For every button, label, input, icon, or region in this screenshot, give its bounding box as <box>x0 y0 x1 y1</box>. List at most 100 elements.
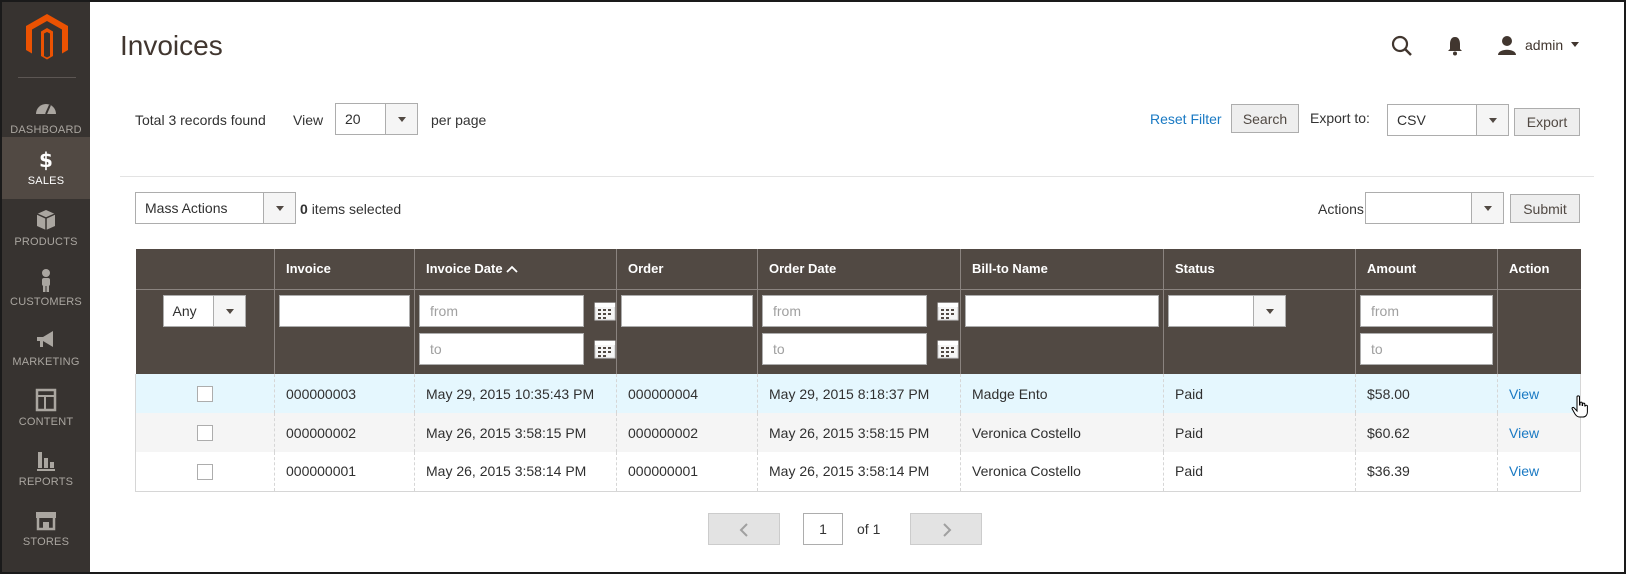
export-button[interactable]: Export <box>1514 108 1580 136</box>
table-row[interactable]: 000000002 May 26, 2015 3:58:15 PM 000000… <box>135 413 1581 452</box>
calendar-icon[interactable] <box>594 301 616 321</box>
view-link[interactable]: View <box>1509 386 1539 402</box>
order-filter-input[interactable] <box>621 294 753 327</box>
column-header-order-date[interactable]: Order Date <box>757 249 961 290</box>
column-header-bill-to-name[interactable]: Bill-to Name <box>960 249 1164 290</box>
calendar-icon[interactable] <box>594 339 616 359</box>
order-date-cell: May 26, 2015 3:58:15 PM <box>757 413 961 452</box>
export-format-select[interactable]: CSV <box>1387 104 1509 136</box>
amount-from-input[interactable]: from <box>1360 294 1493 327</box>
bill-to-name-filter-input[interactable] <box>965 294 1159 327</box>
per-page-select[interactable]: 20 <box>335 103 418 135</box>
page-total: of 1 <box>857 521 881 537</box>
order-date-from-input[interactable]: from <box>762 294 927 327</box>
mass-actions-label: Mass Actions <box>145 200 228 216</box>
chevron-down-icon[interactable] <box>263 193 295 223</box>
column-header-invoice-date[interactable]: Invoice Date <box>414 249 617 290</box>
order-date-cell: May 29, 2015 8:18:37 PM <box>757 374 961 413</box>
invoice-cell: 000000003 <box>274 374 415 413</box>
sort-ascending-icon <box>506 265 518 273</box>
chevron-right-icon <box>943 523 952 537</box>
column-header-action: Action <box>1497 249 1581 290</box>
sidebar-item-reports[interactable]: REPORTS <box>2 438 90 500</box>
user-menu[interactable]: admin <box>1497 34 1580 56</box>
sidebar-item-sales[interactable]: $ SALES <box>2 137 90 199</box>
sidebar-item-stores[interactable]: STORES <box>2 498 90 560</box>
magento-logo-icon[interactable] <box>26 14 68 62</box>
invoice-date-from-input[interactable]: from <box>419 294 584 327</box>
search-button[interactable]: Search <box>1231 104 1299 133</box>
next-page-button[interactable] <box>910 513 982 545</box>
row-checkbox[interactable] <box>197 463 213 480</box>
submit-button[interactable]: Submit <box>1510 194 1580 223</box>
invoice-cell: 000000002 <box>274 413 415 452</box>
column-header-amount[interactable]: Amount <box>1355 249 1498 290</box>
amount-cell: $60.62 <box>1355 413 1498 452</box>
row-checkbox[interactable] <box>197 425 213 442</box>
search-icon[interactable] <box>1391 35 1413 57</box>
sidebar-item-marketing[interactable]: MARKETING <box>2 318 90 380</box>
records-count: Total 3 records found <box>135 112 266 128</box>
table-row[interactable]: 000000001 May 26, 2015 3:58:14 PM 000000… <box>135 452 1581 492</box>
column-header-order[interactable]: Order <box>616 249 758 290</box>
bill-to-name-cell: Veronica Costello <box>960 452 1164 492</box>
bell-icon[interactable] <box>1446 36 1464 56</box>
invoice-cell: 000000001 <box>274 452 415 492</box>
sidebar-item-customers[interactable]: CUSTOMERS <box>2 258 90 320</box>
invoice-filter-input[interactable] <box>279 294 410 327</box>
chevron-down-icon[interactable] <box>1476 105 1508 135</box>
mass-actions-select[interactable]: Mass Actions <box>135 192 296 224</box>
view-label: View <box>293 112 324 128</box>
page-title: Invoices <box>120 30 223 61</box>
column-header-status[interactable]: Status <box>1163 249 1356 290</box>
order-date-to-input[interactable]: to <box>762 332 927 365</box>
sidebar-item-label: PRODUCTS <box>14 236 78 248</box>
row-checkbox[interactable] <box>197 386 213 403</box>
order-cell: 000000004 <box>616 374 758 413</box>
sidebar-item-label: CONTENT <box>18 416 74 428</box>
bill-to-name-cell: Madge Ento <box>960 374 1164 413</box>
chevron-down-icon[interactable] <box>385 104 417 134</box>
select-filter-value: Any <box>172 302 197 319</box>
column-header-label: Invoice Date <box>426 261 503 277</box>
per-page-label: per page <box>431 112 487 128</box>
selected-text: items selected <box>311 201 402 217</box>
sidebar-item-content[interactable]: CONTENT <box>2 378 90 440</box>
column-header-invoice[interactable]: Invoice <box>274 249 415 290</box>
svg-text:$: $ <box>39 148 53 171</box>
sidebar-item-label: MARKETING <box>12 356 80 368</box>
filter-row: Any from to from to from to <box>135 289 1581 374</box>
chevron-left-icon <box>739 523 748 537</box>
amount-cell: $58.00 <box>1355 374 1498 413</box>
view-link[interactable]: View <box>1509 463 1539 479</box>
status-cell: Paid <box>1163 374 1356 413</box>
store-icon <box>36 512 56 531</box>
previous-page-button[interactable] <box>708 513 780 545</box>
select-filter[interactable]: Any <box>162 294 246 327</box>
logo-divider <box>18 77 76 78</box>
selected-count: 0 <box>300 201 308 217</box>
chevron-down-icon[interactable] <box>1253 295 1285 326</box>
sidebar-item-label: SALES <box>27 175 65 187</box>
layout-icon <box>35 388 57 412</box>
bar-chart-icon <box>37 452 55 471</box>
actions-select[interactable] <box>1365 192 1504 224</box>
status-cell: Paid <box>1163 413 1356 452</box>
sidebar-item-label: DASHBOARD <box>10 124 82 136</box>
status-filter-select[interactable] <box>1168 294 1286 327</box>
reset-filter-link[interactable]: Reset Filter <box>1150 111 1222 127</box>
page-number-input[interactable]: 1 <box>803 513 843 545</box>
chevron-down-icon[interactable] <box>212 295 245 326</box>
sidebar-item-label: STORES <box>22 536 70 548</box>
invoice-date-to-input[interactable]: to <box>419 332 584 365</box>
amount-to-input[interactable]: to <box>1360 332 1493 365</box>
invoice-date-cell: May 26, 2015 3:58:14 PM <box>414 452 617 492</box>
calendar-icon[interactable] <box>937 301 959 321</box>
per-page-value: 20 <box>345 111 361 127</box>
chevron-down-icon[interactable] <box>1471 193 1503 223</box>
table-row[interactable]: 000000003 May 29, 2015 10:35:43 PM 00000… <box>135 374 1581 413</box>
view-link[interactable]: View <box>1509 425 1539 441</box>
sidebar-item-products[interactable]: PRODUCTS <box>2 198 90 260</box>
calendar-icon[interactable] <box>937 339 959 359</box>
export-label: Export to: <box>1310 110 1370 126</box>
